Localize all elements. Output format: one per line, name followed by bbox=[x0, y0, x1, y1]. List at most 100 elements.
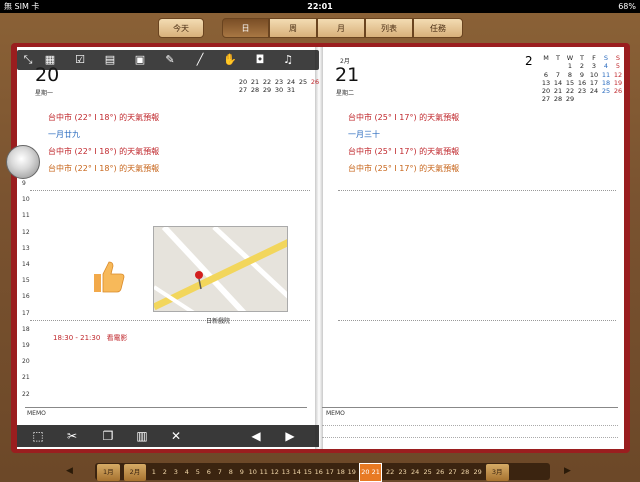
mini-cal-day[interactable]: 3 bbox=[588, 62, 600, 70]
sticker-icon[interactable]: ✋ bbox=[223, 53, 237, 67]
strip-day-active[interactable]: 20 21 bbox=[359, 463, 382, 482]
mini-cal-day[interactable]: 21 bbox=[552, 87, 564, 95]
strip-day[interactable]: 8 bbox=[225, 464, 236, 481]
image-icon[interactable]: ▣ bbox=[133, 53, 147, 67]
strip-day[interactable]: 4 bbox=[181, 464, 192, 481]
mini-cal-day[interactable]: 13 bbox=[540, 79, 552, 87]
mini-cal-day[interactable]: 21 bbox=[249, 78, 261, 86]
mini-cal-day[interactable]: 2 bbox=[576, 62, 588, 70]
mini-cal-day[interactable]: 6 bbox=[540, 71, 552, 79]
thumbs-up-icon[interactable] bbox=[92, 258, 126, 294]
event-weather[interactable]: 台中市 (22° I 18°) 的天氣預報 bbox=[48, 109, 159, 126]
cut-icon[interactable]: ✂ bbox=[65, 429, 79, 443]
strip-day[interactable]: 13 bbox=[280, 464, 291, 481]
strip-day[interactable]: 2 bbox=[159, 464, 170, 481]
mini-cal-day[interactable]: 16 bbox=[576, 79, 588, 87]
tab-month[interactable]: 月 bbox=[317, 18, 365, 38]
mini-cal-day[interactable]: 18 bbox=[600, 79, 612, 87]
strip-day[interactable]: 7 bbox=[214, 464, 225, 481]
month-tab-mar[interactable]: 3月 bbox=[485, 464, 509, 481]
mini-cal-day[interactable]: 23 bbox=[273, 78, 285, 86]
tab-week[interactable]: 周 bbox=[269, 18, 317, 38]
mini-cal-day[interactable]: 15 bbox=[564, 79, 576, 87]
event-weather[interactable]: 台中市 (22° I 18°) 的天氣預報 bbox=[48, 160, 159, 177]
mini-cal-day[interactable]: 31 bbox=[285, 86, 297, 94]
appointment[interactable]: 18:30 - 21:30 看電影 bbox=[53, 333, 128, 343]
mini-cal-day[interactable]: 8 bbox=[564, 71, 576, 79]
tab-task[interactable]: 任務 bbox=[413, 18, 463, 38]
mini-cal-day[interactable]: 24 bbox=[588, 87, 600, 95]
mini-cal-day[interactable]: 11 bbox=[600, 71, 612, 79]
paste-icon[interactable]: ▥ bbox=[135, 429, 149, 443]
strip-day[interactable]: 29 bbox=[471, 464, 484, 481]
strip-day[interactable]: 22 bbox=[384, 464, 397, 481]
event-lunar[interactable]: 一月三十 bbox=[348, 126, 459, 143]
contact-icon[interactable]: ◘ bbox=[253, 53, 267, 67]
mini-cal-day[interactable]: 1 bbox=[564, 62, 576, 70]
mini-cal-day[interactable]: 14 bbox=[552, 79, 564, 87]
strip-day[interactable]: 11 bbox=[258, 464, 269, 481]
strip-prev-icon[interactable]: ◀ bbox=[66, 463, 73, 480]
mini-cal-day[interactable]: 9 bbox=[576, 71, 588, 79]
strip-day[interactable]: 5 bbox=[192, 464, 203, 481]
strip-day[interactable]: 15 bbox=[302, 464, 313, 481]
mini-cal-day[interactable]: 25 bbox=[297, 78, 309, 86]
month-tab-jan[interactable]: 1月 bbox=[97, 464, 120, 481]
event-weather[interactable]: 台中市 (25° I 17°) 的天氣預報 bbox=[348, 109, 459, 126]
strip-day[interactable]: 1 bbox=[148, 464, 159, 481]
strip-day[interactable]: 12 bbox=[269, 464, 280, 481]
mini-cal-day[interactable]: 20 bbox=[540, 87, 552, 95]
mini-cal-day[interactable]: 24 bbox=[285, 78, 297, 86]
mini-cal-day[interactable]: 20 bbox=[237, 78, 249, 86]
strip-day[interactable]: 16 bbox=[313, 464, 324, 481]
tab-day[interactable]: 日 bbox=[222, 18, 269, 38]
mini-cal-day[interactable]: 23 bbox=[576, 87, 588, 95]
line-icon[interactable]: ╱ bbox=[193, 53, 207, 67]
pen-icon[interactable]: ✎ bbox=[163, 53, 177, 67]
today-button[interactable]: 今天 bbox=[158, 18, 204, 38]
mini-cal-day[interactable]: 22 bbox=[261, 78, 273, 86]
mini-cal-day[interactable]: 28 bbox=[249, 86, 261, 94]
mini-cal-day[interactable]: 12 bbox=[612, 71, 624, 79]
mini-cal-day[interactable]: 26 bbox=[612, 87, 624, 95]
audio-icon[interactable]: ♫ bbox=[281, 53, 295, 67]
tab-list[interactable]: 列表 bbox=[365, 18, 413, 38]
mini-cal-day[interactable]: 27 bbox=[540, 95, 552, 103]
mini-cal-day[interactable]: 26 bbox=[309, 78, 321, 86]
mini-cal-day[interactable]: 27 bbox=[237, 86, 249, 94]
mini-cal-day[interactable]: 17 bbox=[588, 79, 600, 87]
mini-cal-day[interactable]: 19 bbox=[612, 79, 624, 87]
next-arrow-icon[interactable]: ▶ bbox=[283, 429, 297, 443]
left-mini-calendar[interactable]: 20 21 22 23 24 25 26 27 28 29 30 31 bbox=[237, 78, 321, 95]
event-weather[interactable]: 台中市 (25° I 17°) 的天氣預報 bbox=[348, 143, 459, 160]
prev-arrow-icon[interactable]: ◀ bbox=[249, 429, 263, 443]
strip-day[interactable]: 9 bbox=[236, 464, 247, 481]
copy-icon[interactable]: ❐ bbox=[101, 429, 115, 443]
map-thumbnail[interactable] bbox=[153, 226, 288, 312]
calendar-add-icon[interactable]: ▦ bbox=[43, 53, 57, 67]
note-icon[interactable]: ▤ bbox=[103, 53, 117, 67]
event-lunar[interactable]: 一月廿九 bbox=[48, 126, 159, 143]
mini-cal-day[interactable]: 28 bbox=[552, 95, 564, 103]
month-tab-feb[interactable]: 2月 bbox=[123, 464, 147, 481]
strip-day[interactable]: 19 bbox=[346, 464, 357, 481]
strip-day[interactable]: 6 bbox=[203, 464, 214, 481]
strip-day[interactable]: 17 bbox=[324, 464, 335, 481]
page-turn-knob[interactable] bbox=[6, 145, 40, 179]
mini-cal-day[interactable]: 10 bbox=[588, 71, 600, 79]
strip-day[interactable]: 24 bbox=[409, 464, 422, 481]
mini-cal-day[interactable]: 30 bbox=[273, 86, 285, 94]
mini-cal-day[interactable]: 29 bbox=[261, 86, 273, 94]
mini-cal-day[interactable]: 22 bbox=[564, 87, 576, 95]
right-mini-calendar[interactable]: M T W T F S S 1 2 3 4 5 6 7 8 9 10 11 12 13 14 15 16 17 18 19 20 21… bbox=[540, 54, 624, 104]
mini-cal-day[interactable]: 25 bbox=[600, 87, 612, 95]
close-icon[interactable]: ✕ bbox=[169, 429, 183, 443]
strip-day[interactable]: 25 bbox=[421, 464, 434, 481]
checkbox-icon[interactable]: ☑ bbox=[73, 53, 87, 67]
strip-day[interactable]: 14 bbox=[291, 464, 302, 481]
strip-day[interactable]: 27 bbox=[446, 464, 459, 481]
mini-cal-day[interactable]: 5 bbox=[612, 62, 624, 70]
event-weather[interactable]: 台中市 (22° I 18°) 的天氣預報 bbox=[48, 143, 159, 160]
mini-cal-day[interactable]: 4 bbox=[600, 62, 612, 70]
mini-cal-day[interactable]: 7 bbox=[552, 71, 564, 79]
